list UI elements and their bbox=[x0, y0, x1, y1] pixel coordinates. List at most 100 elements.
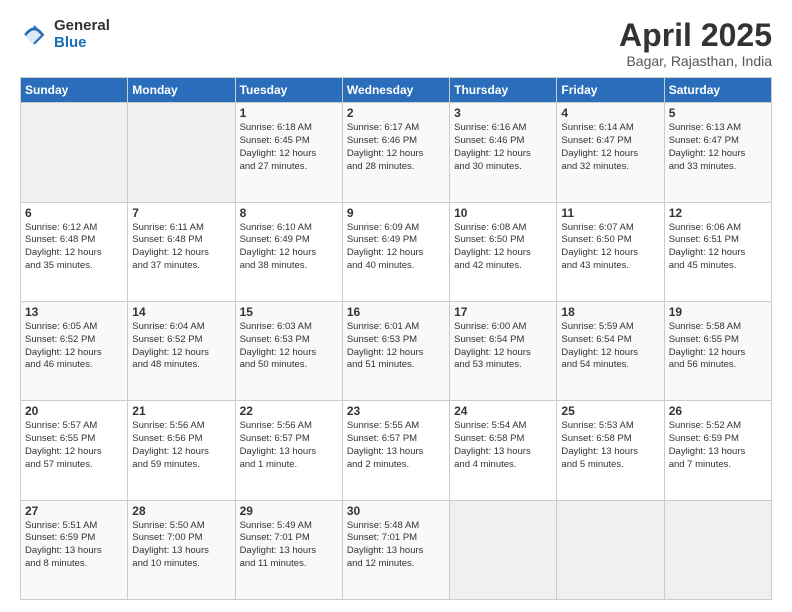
col-friday: Friday bbox=[557, 78, 664, 103]
day-number: 19 bbox=[669, 305, 767, 319]
day-number: 30 bbox=[347, 504, 445, 518]
table-row: 3 Sunrise: 6:16 AM Sunset: 6:46 PM Daylig… bbox=[450, 103, 557, 202]
logo-icon bbox=[20, 21, 48, 49]
day-info: Sunrise: 5:56 AM Sunset: 6:57 PM Dayligh… bbox=[240, 420, 338, 471]
day-number: 6 bbox=[25, 206, 123, 220]
day-info: Sunrise: 6:04 AM Sunset: 6:52 PM Dayligh… bbox=[132, 321, 230, 372]
day-number: 10 bbox=[454, 206, 552, 220]
day-number: 12 bbox=[669, 206, 767, 220]
day-number: 8 bbox=[240, 206, 338, 220]
table-row: 8Sunrise: 6:10 AM Sunset: 6:49 PM Daylig… bbox=[235, 202, 342, 301]
day-number: 22 bbox=[240, 404, 338, 418]
col-saturday: Saturday bbox=[664, 78, 771, 103]
day-number: 24 bbox=[454, 404, 552, 418]
day-number: 4 bbox=[561, 106, 659, 120]
day-number: 9 bbox=[347, 206, 445, 220]
table-row: 9 Sunrise: 6:09 AM Sunset: 6:49 PM Daylig… bbox=[342, 202, 449, 301]
table-row: 24 Sunrise: 5:54 AM Sunset: 6:58 PM Dayli… bbox=[450, 401, 557, 500]
table-row: 12 Sunrise: 6:06 AM Sunset: 6:51 PM Dayli… bbox=[664, 202, 771, 301]
table-row: 16 Sunrise: 6:01 AM Sunset: 6:53 PM Dayli… bbox=[342, 301, 449, 400]
title-block: April 2025 Bagar, Rajasthan, India bbox=[619, 18, 772, 69]
day-info: Sunrise: 6:07 AM Sunset: 6:50 PM Dayligh… bbox=[561, 222, 659, 273]
day-info: Sunrise: 5:51 AM Sunset: 6:59 PM Dayligh… bbox=[25, 520, 123, 571]
table-row: 20 Sunrise: 5:57 AM Sunset: 6:55 PM Dayli… bbox=[21, 401, 128, 500]
col-wednesday: Wednesday bbox=[342, 78, 449, 103]
table-row bbox=[450, 500, 557, 599]
calendar-week-row: 20 Sunrise: 5:57 AM Sunset: 6:55 PM Dayli… bbox=[21, 401, 772, 500]
day-number: 27 bbox=[25, 504, 123, 518]
calendar: Sunday Monday Tuesday Wednesday Thursday… bbox=[20, 77, 772, 600]
day-number: 7 bbox=[132, 206, 230, 220]
table-row: 6 Sunrise: 6:12 AM Sunset: 6:48 PM Daylig… bbox=[21, 202, 128, 301]
day-number: 13 bbox=[25, 305, 123, 319]
day-info: Sunrise: 5:57 AM Sunset: 6:55 PM Dayligh… bbox=[25, 420, 123, 471]
table-row: 5 Sunrise: 6:13 AM Sunset: 6:47 PM Daylig… bbox=[664, 103, 771, 202]
table-row bbox=[664, 500, 771, 599]
day-number: 3 bbox=[454, 106, 552, 120]
day-info: Sunrise: 5:53 AM Sunset: 6:58 PM Dayligh… bbox=[561, 420, 659, 471]
day-info: Sunrise: 5:55 AM Sunset: 6:57 PM Dayligh… bbox=[347, 420, 445, 471]
logo-text: General Blue bbox=[54, 18, 110, 51]
day-info: Sunrise: 6:08 AM Sunset: 6:50 PM Dayligh… bbox=[454, 222, 552, 273]
day-info: Sunrise: 6:06 AM Sunset: 6:51 PM Dayligh… bbox=[669, 222, 767, 273]
header: General Blue April 2025 Bagar, Rajasthan… bbox=[20, 18, 772, 69]
table-row: 21 Sunrise: 5:56 AM Sunset: 6:56 PM Dayli… bbox=[128, 401, 235, 500]
day-info: Sunrise: 5:54 AM Sunset: 6:58 PM Dayligh… bbox=[454, 420, 552, 471]
calendar-week-row: 13 Sunrise: 6:05 AM Sunset: 6:52 PM Dayli… bbox=[21, 301, 772, 400]
day-number: 2 bbox=[347, 106, 445, 120]
table-row: 1 Sunrise: 6:18 AM Sunset: 6:45 PM Daylig… bbox=[235, 103, 342, 202]
day-number: 23 bbox=[347, 404, 445, 418]
day-info: Sunrise: 5:50 AM Sunset: 7:00 PM Dayligh… bbox=[132, 520, 230, 571]
table-row: 27 Sunrise: 5:51 AM Sunset: 6:59 PM Dayli… bbox=[21, 500, 128, 599]
day-info: Sunrise: 6:14 AM Sunset: 6:47 PM Dayligh… bbox=[561, 122, 659, 173]
day-number: 5 bbox=[669, 106, 767, 120]
day-number: 16 bbox=[347, 305, 445, 319]
calendar-week-row: 6 Sunrise: 6:12 AM Sunset: 6:48 PM Daylig… bbox=[21, 202, 772, 301]
table-row: 15Sunrise: 6:03 AM Sunset: 6:53 PM Dayli… bbox=[235, 301, 342, 400]
day-info: Sunrise: 6:13 AM Sunset: 6:47 PM Dayligh… bbox=[669, 122, 767, 173]
day-info: Sunrise: 5:59 AM Sunset: 6:54 PM Dayligh… bbox=[561, 321, 659, 372]
day-info: Sunrise: 6:12 AM Sunset: 6:48 PM Dayligh… bbox=[25, 222, 123, 273]
day-info: Sunrise: 6:05 AM Sunset: 6:52 PM Dayligh… bbox=[25, 321, 123, 372]
table-row: 10 Sunrise: 6:08 AM Sunset: 6:50 PM Dayli… bbox=[450, 202, 557, 301]
table-row: 26 Sunrise: 5:52 AM Sunset: 6:59 PM Dayli… bbox=[664, 401, 771, 500]
table-row: 7Sunrise: 6:11 AM Sunset: 6:48 PM Daylig… bbox=[128, 202, 235, 301]
table-row: 11Sunrise: 6:07 AM Sunset: 6:50 PM Dayli… bbox=[557, 202, 664, 301]
day-number: 18 bbox=[561, 305, 659, 319]
logo-general-text: General bbox=[54, 18, 110, 35]
day-number: 26 bbox=[669, 404, 767, 418]
day-number: 21 bbox=[132, 404, 230, 418]
table-row bbox=[557, 500, 664, 599]
day-info: Sunrise: 5:49 AM Sunset: 7:01 PM Dayligh… bbox=[240, 520, 338, 571]
day-number: 1 bbox=[240, 106, 338, 120]
table-row: 13 Sunrise: 6:05 AM Sunset: 6:52 PM Dayli… bbox=[21, 301, 128, 400]
day-info: Sunrise: 6:16 AM Sunset: 6:46 PM Dayligh… bbox=[454, 122, 552, 173]
col-sunday: Sunday bbox=[21, 78, 128, 103]
day-info: Sunrise: 6:09 AM Sunset: 6:49 PM Dayligh… bbox=[347, 222, 445, 273]
day-info: Sunrise: 5:52 AM Sunset: 6:59 PM Dayligh… bbox=[669, 420, 767, 471]
day-number: 25 bbox=[561, 404, 659, 418]
day-info: Sunrise: 6:03 AM Sunset: 6:53 PM Dayligh… bbox=[240, 321, 338, 372]
table-row: 29 Sunrise: 5:49 AM Sunset: 7:01 PM Dayli… bbox=[235, 500, 342, 599]
table-row bbox=[128, 103, 235, 202]
calendar-header-row: Sunday Monday Tuesday Wednesday Thursday… bbox=[21, 78, 772, 103]
table-row: 17Sunrise: 6:00 AM Sunset: 6:54 PM Dayli… bbox=[450, 301, 557, 400]
day-info: Sunrise: 6:18 AM Sunset: 6:45 PM Dayligh… bbox=[240, 122, 338, 173]
calendar-week-row: 1 Sunrise: 6:18 AM Sunset: 6:45 PM Daylig… bbox=[21, 103, 772, 202]
day-number: 20 bbox=[25, 404, 123, 418]
day-number: 29 bbox=[240, 504, 338, 518]
day-info: Sunrise: 6:17 AM Sunset: 6:46 PM Dayligh… bbox=[347, 122, 445, 173]
day-info: Sunrise: 5:56 AM Sunset: 6:56 PM Dayligh… bbox=[132, 420, 230, 471]
table-row: 2 Sunrise: 6:17 AM Sunset: 6:46 PM Daylig… bbox=[342, 103, 449, 202]
col-monday: Monday bbox=[128, 78, 235, 103]
table-row: 22 Sunrise: 5:56 AM Sunset: 6:57 PM Dayli… bbox=[235, 401, 342, 500]
day-number: 14 bbox=[132, 305, 230, 319]
day-info: Sunrise: 6:01 AM Sunset: 6:53 PM Dayligh… bbox=[347, 321, 445, 372]
month-title: April 2025 bbox=[619, 18, 772, 53]
logo: General Blue bbox=[20, 18, 110, 51]
day-info: Sunrise: 5:48 AM Sunset: 7:01 PM Dayligh… bbox=[347, 520, 445, 571]
table-row: 30 Sunrise: 5:48 AM Sunset: 7:01 PM Dayli… bbox=[342, 500, 449, 599]
table-row: 19Sunrise: 5:58 AM Sunset: 6:55 PM Dayli… bbox=[664, 301, 771, 400]
day-number: 28 bbox=[132, 504, 230, 518]
calendar-week-row: 27 Sunrise: 5:51 AM Sunset: 6:59 PM Dayli… bbox=[21, 500, 772, 599]
